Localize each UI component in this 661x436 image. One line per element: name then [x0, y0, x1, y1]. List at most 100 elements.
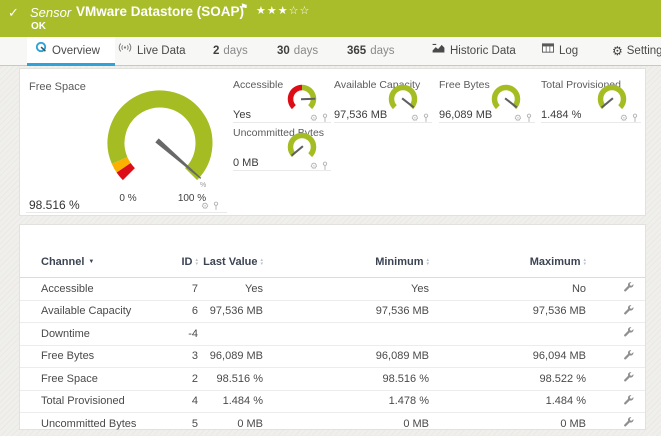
- channel-settings-wrench-icon[interactable]: [623, 304, 635, 319]
- tab-365-days[interactable]: 365days: [347, 37, 394, 65]
- table-row: Free Space 2 98.516 % 98.516 % 98.522 %: [20, 368, 645, 391]
- tab-label: Live Data: [137, 45, 186, 57]
- live-signal-icon: [118, 36, 132, 64]
- gear-icon[interactable]: ⚙: [620, 114, 628, 123]
- column-header-maximum[interactable]: Maximum▴▾: [429, 247, 586, 278]
- maximum-value: 96,094 MB: [429, 345, 586, 368]
- tab-2-days[interactable]: 2 days: [213, 37, 248, 65]
- available-capacity-gauge: [386, 82, 420, 116]
- column-header-id[interactable]: ID▴▾: [170, 247, 198, 278]
- tab-label: Settings: [627, 45, 661, 57]
- gauge-unit-label: %: [200, 182, 206, 189]
- ok-check-icon: ✓: [8, 5, 19, 21]
- tab-label: Overview: [52, 45, 100, 57]
- gauge-card-available-capacity: Available Capacity 97,536 MB ⚙: [334, 69, 432, 125]
- accessible-gauge: [285, 82, 319, 116]
- channel-settings-wrench-icon[interactable]: [623, 371, 635, 386]
- gauge-card-free-bytes: Free Bytes 96,089 MB ⚙: [439, 69, 535, 125]
- minimum-value: [263, 323, 429, 346]
- tab-live-data[interactable]: Live Data: [118, 37, 186, 65]
- free-space-value: 98.516 %: [29, 198, 80, 212]
- column-label: Last Value: [203, 256, 257, 268]
- minimum-value: 98.516 %: [263, 368, 429, 391]
- column-header-actions: [586, 247, 645, 278]
- pin-icon[interactable]: [525, 113, 533, 123]
- gear-icon[interactable]: ⚙: [310, 162, 318, 171]
- gauge-icon: [35, 36, 47, 64]
- minimum-value: 97,536 MB: [263, 300, 429, 323]
- tab-historic-data[interactable]: Historic Data: [432, 37, 516, 65]
- sensor-kicker: Sensor: [30, 5, 71, 20]
- card-actions: ⚙: [411, 113, 430, 123]
- channel-name: Free Bytes: [20, 345, 170, 368]
- page-title: VMware Datastore (SOAP): [76, 4, 244, 19]
- column-header-last-value[interactable]: Last Value▴▾: [198, 247, 263, 278]
- tab-overview[interactable]: Overview: [27, 37, 115, 65]
- sort-desc-icon: ▼: [88, 259, 94, 265]
- minimum-value: 0 MB: [263, 413, 429, 436]
- table-row: Free Bytes 3 96,089 MB 96,089 MB 96,094 …: [20, 345, 645, 368]
- minimum-value: 96,089 MB: [263, 345, 429, 368]
- maximum-value: 1.484 %: [429, 390, 586, 413]
- gauge-label: Accessible: [233, 79, 283, 91]
- table-row: Downtime -4: [20, 323, 645, 346]
- maximum-value: [429, 323, 586, 346]
- channel-name: Free Space: [20, 368, 170, 391]
- channel-id: 4: [170, 390, 198, 413]
- gear-icon[interactable]: ⚙: [201, 202, 209, 211]
- stars-empty[interactable]: ☆☆: [289, 5, 311, 17]
- tab-30-days[interactable]: 30days: [277, 37, 318, 65]
- column-header-minimum[interactable]: Minimum▴▾: [263, 247, 429, 278]
- pin-icon[interactable]: [422, 113, 430, 123]
- tab-label-number: 2: [213, 45, 219, 57]
- table-row: Accessible 7 Yes Yes No: [20, 278, 645, 301]
- channel-id: 6: [170, 300, 198, 323]
- gear-icon: ⚙: [612, 44, 623, 58]
- channel-name: Uncommitted Bytes: [20, 413, 170, 436]
- channel-name: Accessible: [20, 278, 170, 301]
- channel-settings-wrench-icon[interactable]: [623, 326, 635, 341]
- last-value: [198, 323, 263, 346]
- channel-name: Available Capacity: [20, 300, 170, 323]
- gauge-label: Free Bytes: [439, 79, 490, 91]
- gear-icon[interactable]: ⚙: [514, 114, 522, 123]
- table-row: Available Capacity 6 97,536 MB 97,536 MB…: [20, 300, 645, 323]
- channel-id: -4: [170, 323, 198, 346]
- chart-icon: [432, 36, 445, 64]
- tab-log[interactable]: Log: [542, 37, 578, 65]
- card-actions: ⚙: [201, 201, 220, 211]
- pin-icon[interactable]: [212, 201, 220, 211]
- minimum-value: 1.478 %: [263, 390, 429, 413]
- sort-icon: ▴▾: [426, 258, 429, 266]
- column-label: Channel: [41, 256, 84, 268]
- card-actions: ⚙: [310, 161, 329, 171]
- channel-settings-wrench-icon[interactable]: [623, 394, 635, 409]
- channel-id: 3: [170, 345, 198, 368]
- table-icon: [542, 36, 554, 64]
- minimum-value: Yes: [263, 278, 429, 301]
- channel-settings-wrench-icon[interactable]: [623, 281, 635, 296]
- table-header-row: Channel▼ ID▴▾ Last Value▴▾ Minimum▴▾ Max…: [20, 247, 645, 278]
- tab-label-word: days: [294, 45, 318, 57]
- tab-settings[interactable]: ⚙ Settings: [612, 37, 661, 65]
- sort-icon: ▴▾: [260, 258, 263, 266]
- column-label: Maximum: [530, 256, 581, 268]
- channel-settings-wrench-icon[interactable]: [623, 416, 635, 431]
- column-header-channel[interactable]: Channel ▼: [20, 247, 170, 278]
- priority-flag-icon[interactable]: ⚑: [240, 2, 248, 13]
- sort-icon: ▴▾: [583, 258, 586, 266]
- tab-label-word: days: [223, 45, 247, 57]
- pin-icon[interactable]: [631, 113, 639, 123]
- channel-name: Downtime: [20, 323, 170, 346]
- gauges-panel: Free Space 0 % 100 % % 98.516 % ⚙ Access…: [19, 68, 646, 216]
- channel-id: 7: [170, 278, 198, 301]
- stars-filled[interactable]: ★★★: [256, 5, 289, 17]
- column-label: Minimum: [375, 256, 423, 268]
- channel-table-panel: Channel▼ ID▴▾ Last Value▴▾ Minimum▴▾ Max…: [19, 224, 646, 430]
- gear-icon[interactable]: ⚙: [411, 114, 419, 123]
- active-tab-underline: [27, 63, 115, 66]
- gauge-value: 96,089 MB: [439, 109, 492, 121]
- channel-settings-wrench-icon[interactable]: [623, 349, 635, 364]
- pin-icon[interactable]: [321, 161, 329, 171]
- priority-stars[interactable]: ★★★☆☆: [256, 4, 310, 17]
